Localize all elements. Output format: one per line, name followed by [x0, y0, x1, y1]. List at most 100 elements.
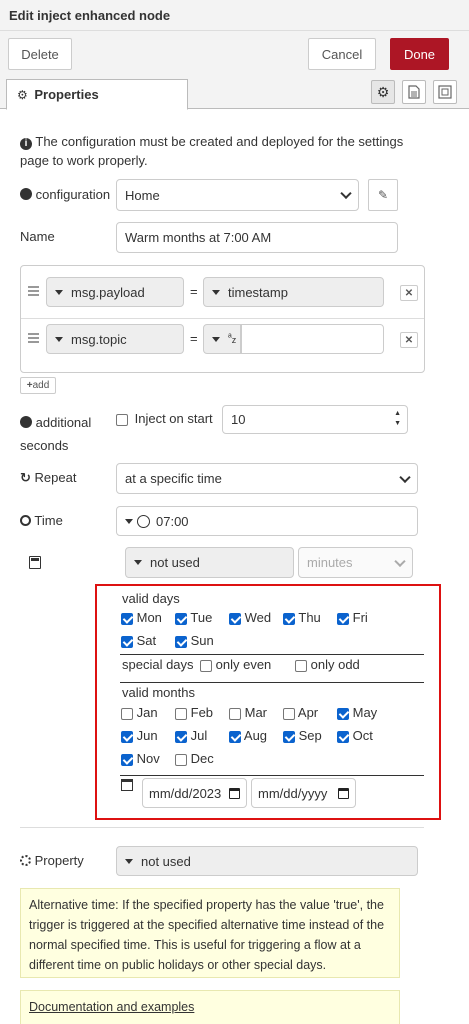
- month-checkbox[interactable]: [175, 730, 187, 743]
- date-from-input[interactable]: mm/dd/2023: [142, 778, 247, 808]
- only-even-checkbox[interactable]: [200, 659, 212, 672]
- name-input[interactable]: Warm months at 7:00 AM: [116, 222, 398, 253]
- month-checkbox[interactable]: [337, 707, 349, 720]
- day-label: Sun: [190, 633, 214, 648]
- description-tab-button[interactable]: [402, 80, 426, 104]
- dialog-toolbar: Delete Cancel Done: [0, 31, 469, 77]
- calendar-icon[interactable]: [338, 788, 349, 799]
- play-circle-icon: [20, 416, 32, 428]
- value-type-button[interactable]: ᵃz: [203, 324, 241, 354]
- month-checkbox[interactable]: [175, 707, 187, 720]
- remove-row-button[interactable]: ✕: [400, 285, 418, 301]
- month-checkbox[interactable]: [283, 730, 295, 743]
- documentation-link[interactable]: Documentation and examples: [29, 1000, 194, 1014]
- month-label: Nov: [136, 751, 160, 766]
- property-value-input[interactable]: [241, 324, 384, 354]
- month-checkbox[interactable]: [283, 707, 295, 720]
- remove-row-button[interactable]: ✕: [400, 332, 418, 348]
- section-divider: [120, 775, 424, 776]
- day-option[interactable]: Sun: [175, 633, 235, 648]
- spinner-icon[interactable]: ▲ ▼: [394, 409, 401, 429]
- day-option[interactable]: Mon: [121, 610, 181, 625]
- month-option[interactable]: Aug: [229, 728, 267, 743]
- date-to-input[interactable]: mm/dd/yyyy: [251, 778, 356, 808]
- seconds-label: seconds: [20, 438, 69, 453]
- day-option[interactable]: Thu: [283, 610, 343, 625]
- day-option[interactable]: Sat: [121, 633, 181, 648]
- month-checkbox[interactable]: [229, 707, 241, 720]
- property-name-field[interactable]: msg.topic: [46, 324, 184, 354]
- month-option[interactable]: Nov: [121, 751, 160, 766]
- month-option[interactable]: Jun: [121, 728, 158, 743]
- alternative-time-note: Alternative time: If the specified prope…: [20, 888, 400, 978]
- gear-icon: ⚙: [17, 88, 28, 102]
- month-checkbox[interactable]: [121, 730, 133, 743]
- month-label: Jun: [136, 728, 158, 743]
- day-checkbox[interactable]: [229, 612, 241, 625]
- only-odd-checkbox[interactable]: [295, 659, 307, 672]
- row-divider: [21, 318, 424, 319]
- day-option[interactable]: Tue: [175, 610, 235, 625]
- month-checkbox[interactable]: [121, 707, 133, 720]
- month-option[interactable]: Mar: [229, 705, 267, 720]
- month-option[interactable]: May: [337, 705, 377, 720]
- offset-unit-select[interactable]: minutes: [298, 547, 413, 578]
- day-checkbox[interactable]: [337, 612, 349, 625]
- offset-select[interactable]: not used: [125, 547, 294, 578]
- month-checkbox[interactable]: [175, 753, 187, 766]
- day-option[interactable]: Fri: [337, 610, 397, 625]
- calendar-icon[interactable]: [229, 788, 240, 799]
- property-value: timestamp: [228, 284, 288, 300]
- drag-handle-icon[interactable]: [28, 333, 39, 343]
- month-option[interactable]: Jan: [121, 705, 158, 720]
- configuration-select[interactable]: Home: [116, 179, 359, 211]
- day-label: Fri: [352, 610, 368, 625]
- day-checkbox[interactable]: [175, 635, 187, 648]
- time-input[interactable]: 07:00: [116, 506, 418, 536]
- month-checkbox[interactable]: [121, 753, 133, 766]
- month-option[interactable]: Apr: [283, 705, 318, 720]
- additional-seconds-value: 10: [231, 412, 246, 427]
- month-option[interactable]: Dec: [175, 751, 214, 766]
- clock-icon: [137, 514, 150, 528]
- drag-handle-icon[interactable]: [28, 286, 39, 296]
- done-button[interactable]: Done: [390, 38, 449, 70]
- only-even-option[interactable]: only even: [200, 657, 271, 672]
- tab-properties[interactable]: ⚙ Properties: [6, 79, 188, 110]
- delete-button[interactable]: Delete: [8, 38, 72, 70]
- day-checkbox[interactable]: [121, 612, 133, 625]
- property-value: not used: [141, 853, 191, 869]
- appearance-tab-button[interactable]: [433, 80, 457, 104]
- day-option[interactable]: Wed: [229, 610, 289, 625]
- info-circle-icon: i: [20, 138, 32, 150]
- day-checkbox[interactable]: [121, 635, 133, 648]
- configuration-label: configuration: [35, 187, 111, 202]
- month-option[interactable]: Feb: [175, 705, 213, 720]
- day-checkbox[interactable]: [283, 612, 295, 625]
- property-name-field[interactable]: msg.payload: [46, 277, 184, 307]
- additional-label-row: additional seconds: [20, 411, 91, 457]
- month-option[interactable]: Oct: [337, 728, 373, 743]
- month-option[interactable]: Jul: [175, 728, 207, 743]
- tab-properties-label: Properties: [34, 87, 99, 102]
- property-label: Property: [34, 853, 84, 868]
- configuration-value: Home: [125, 187, 160, 203]
- property-value-field[interactable]: timestamp: [203, 277, 384, 307]
- additional-seconds-input[interactable]: 10 ▲ ▼: [222, 405, 408, 434]
- month-option[interactable]: Sep: [283, 728, 322, 743]
- cancel-button[interactable]: Cancel: [308, 38, 376, 70]
- gear-icon: ⚙: [376, 83, 390, 100]
- valid-days-label: valid days: [122, 591, 180, 606]
- edit-configuration-button[interactable]: ✎: [368, 179, 398, 211]
- day-checkbox[interactable]: [175, 612, 187, 625]
- add-property-button[interactable]: + add: [20, 377, 56, 394]
- inject-on-start-checkbox[interactable]: [116, 413, 128, 426]
- caret-down-icon: [212, 336, 220, 342]
- inject-on-start-option[interactable]: Inject on start: [116, 411, 213, 426]
- settings-tab-button[interactable]: ⚙: [371, 80, 395, 104]
- only-odd-option[interactable]: only odd: [295, 657, 360, 672]
- property-select[interactable]: not used: [116, 846, 418, 876]
- repeat-select[interactable]: at a specific time: [116, 463, 418, 494]
- month-checkbox[interactable]: [337, 730, 349, 743]
- month-checkbox[interactable]: [229, 730, 241, 743]
